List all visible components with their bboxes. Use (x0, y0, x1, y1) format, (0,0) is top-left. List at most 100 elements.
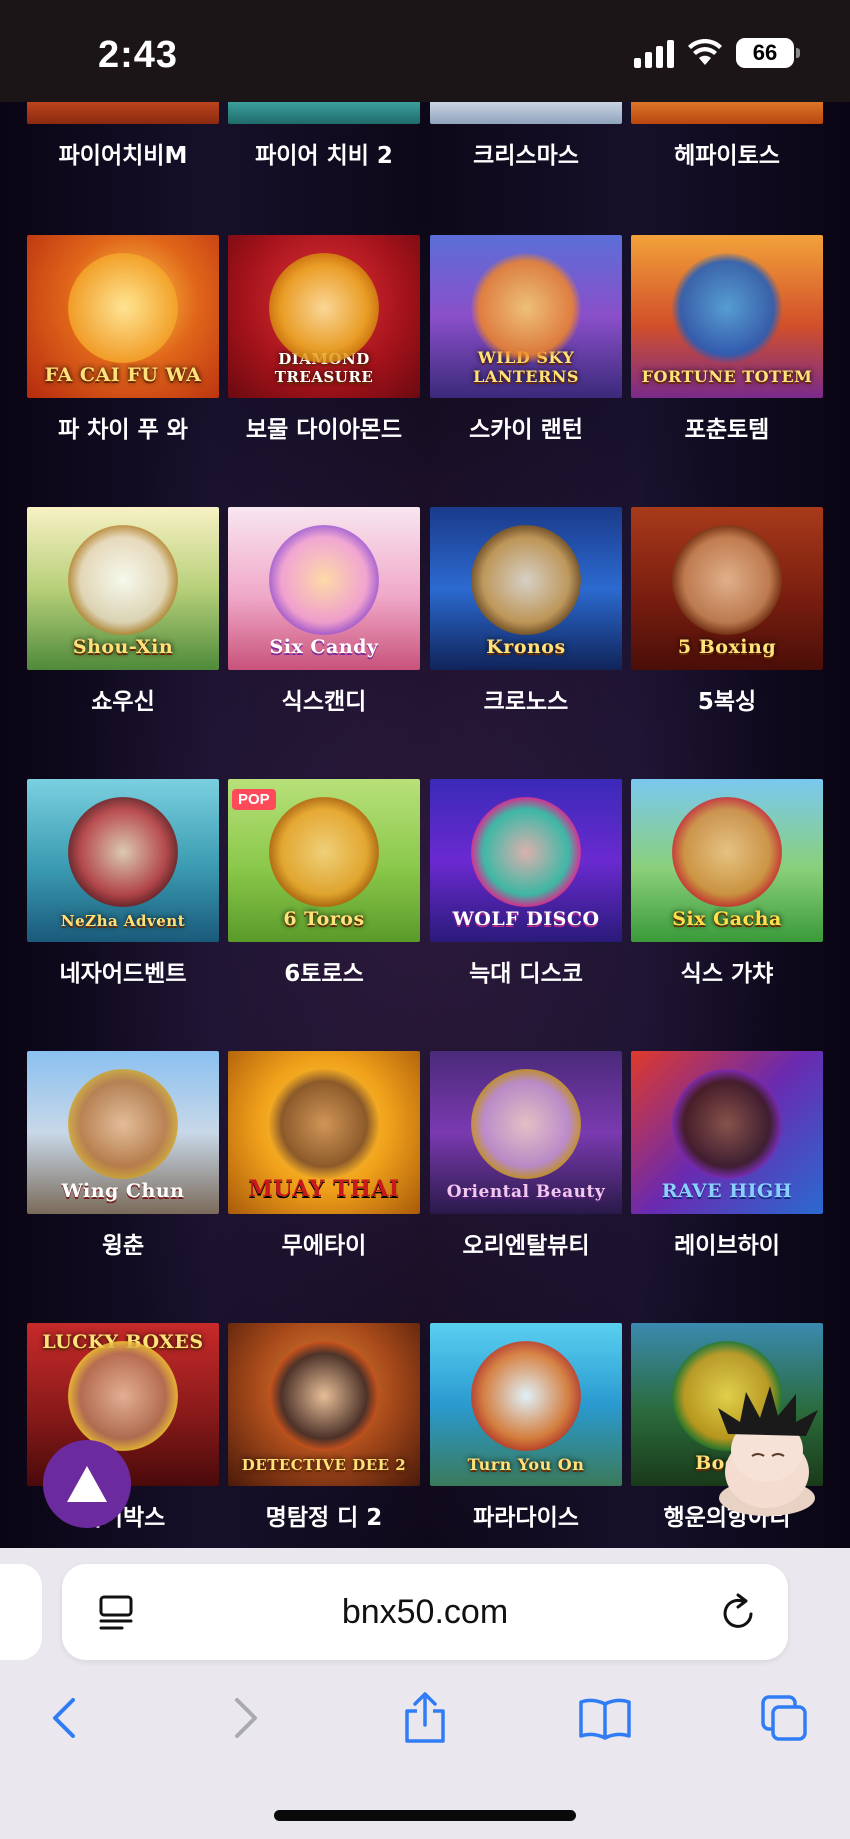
game-tile[interactable]: MUAY THAI 무에타이 (228, 1051, 420, 1260)
game-label: 헤파이토스 (674, 143, 780, 169)
game-logo-text: Turn You On (467, 1455, 585, 1474)
game-tile[interactable]: FORTUNE TOTEM 포춘토템 (631, 235, 823, 444)
game-tile[interactable]: 파이어 치비 2 (228, 102, 420, 170)
game-logo-text: Wing Chun (61, 1180, 185, 1202)
game-logo-text: FA CAI FU WA (44, 364, 202, 386)
fish-art (471, 1341, 581, 1451)
game-logo-text: FORTUNE TOTEM (641, 367, 813, 386)
game-label: 레이브하이 (674, 1233, 780, 1259)
game-tile[interactable]: 파이어치비M (27, 102, 219, 170)
game-thumbnail[interactable]: DIAMOND TREASURE (228, 235, 420, 398)
game-thumbnail[interactable]: MUAY THAI (228, 1051, 420, 1214)
game-logo-text: DETECTIVE DEE 2 (241, 1456, 407, 1474)
game-thumbnail[interactable] (228, 102, 420, 124)
game-tile[interactable]: 크리스마스 (430, 102, 622, 170)
game-logo-text: Oriental Beauty (446, 1182, 606, 1202)
game-label: 파 차이 푸 와 (58, 417, 188, 443)
game-thumbnail[interactable]: DETECTIVE DEE 2 (228, 1323, 420, 1486)
tabs-button[interactable] (754, 1688, 814, 1748)
game-label: 네자어드벤트 (59, 961, 187, 987)
bear-art (672, 797, 782, 907)
game-thumbnail[interactable]: Six Gacha (631, 779, 823, 942)
game-row: FA CAI FU WA 파 차이 푸 와 DIAMOND TREASURE 보… (0, 235, 850, 507)
musician-art (672, 1069, 782, 1179)
mascot-icon (718, 1386, 818, 1516)
detective-art (269, 1341, 379, 1451)
game-logo-text: MUAY THAI (248, 1176, 400, 1202)
game-label: 파이어 치비 2 (255, 143, 393, 169)
game-thumbnail[interactable]: 5 Boxing (631, 507, 823, 670)
game-tile[interactable]: DIAMOND TREASURE 보물 다이아몬드 (228, 235, 420, 444)
back-button[interactable] (34, 1688, 94, 1748)
share-icon (405, 1692, 445, 1743)
game-tile[interactable]: WOLF DISCO 늑대 디스코 (430, 779, 622, 988)
game-thumbnail[interactable]: Shou-Xin (27, 507, 219, 670)
game-tile[interactable]: Shou-Xin 쇼우신 (27, 507, 219, 716)
game-tile[interactable]: Six Gacha 식스 가챠 (631, 779, 823, 988)
game-thumbnail[interactable]: FA CAI FU WA (27, 235, 219, 398)
game-label: 포춘토템 (684, 417, 770, 443)
share-button[interactable] (395, 1688, 455, 1748)
game-tile[interactable]: Six Candy 식스캔디 (228, 507, 420, 716)
fighter-art (269, 1069, 379, 1179)
game-label: 6토로스 (284, 961, 364, 987)
game-tile[interactable]: FA CAI FU WA 파 차이 푸 와 (27, 235, 219, 444)
game-tile[interactable]: RAVE HIGH 레이브하이 (631, 1051, 823, 1260)
flower-art (269, 253, 379, 363)
character-art (68, 253, 178, 363)
game-tile[interactable]: Oriental Beauty 오리엔탈뷰티 (430, 1051, 622, 1260)
candy-art (269, 525, 379, 635)
address-bar[interactable]: bnx50.com (62, 1564, 788, 1660)
game-tile[interactable]: POP 6 Toros 6토로스 (228, 779, 420, 988)
game-label: 무에타이 (281, 1233, 367, 1259)
game-tile[interactable]: Kronos 크로노스 (430, 507, 622, 716)
game-tile[interactable]: WILD SKY LANTERNS 스카이 랜턴 (430, 235, 622, 444)
game-label: 보물 다이아몬드 (245, 417, 403, 443)
game-thumbnail[interactable]: NeZha Advent (27, 779, 219, 942)
status-icons: 66 (634, 38, 800, 68)
game-thumbnail[interactable] (631, 102, 823, 124)
game-label: 늑대 디스코 (469, 961, 583, 987)
game-tile[interactable]: 5 Boxing 5복싱 (631, 507, 823, 716)
game-label: 크로노스 (483, 689, 569, 715)
game-thumbnail[interactable]: FORTUNE TOTEM (631, 235, 823, 398)
game-grid: 파이어치비M 파이어 치비 2 크리스마스 헤파이토스 FA CAI FU WA… (0, 102, 850, 1548)
url-text[interactable]: bnx50.com (62, 1564, 788, 1660)
mascot-chat-widget[interactable] (700, 1378, 834, 1518)
game-thumbnail[interactable]: Wing Chun (27, 1051, 219, 1214)
game-thumbnail[interactable]: Oriental Beauty (430, 1051, 622, 1214)
game-label: 윙춘 (101, 1233, 145, 1259)
game-thumbnail[interactable]: RAVE HIGH (631, 1051, 823, 1214)
totem-art (672, 253, 782, 363)
bookmarks-button[interactable] (575, 1688, 635, 1748)
game-label: 쇼우신 (91, 689, 155, 715)
book-icon (579, 1698, 631, 1740)
game-tile[interactable]: NeZha Advent 네자어드벤트 (27, 779, 219, 988)
game-thumbnail[interactable]: Six Candy (228, 507, 420, 670)
god-art (471, 525, 581, 635)
beauty-art (471, 1069, 581, 1179)
game-thumbnail[interactable]: Kronos (430, 507, 622, 670)
game-thumbnail[interactable] (430, 102, 622, 124)
game-logo-text: Six Gacha (672, 908, 782, 930)
forward-button[interactable] (216, 1688, 276, 1748)
game-label: 식스캔디 (281, 689, 367, 715)
scroll-top-button[interactable] (43, 1440, 131, 1528)
reload-icon[interactable] (720, 1592, 758, 1632)
game-tile[interactable]: 헤파이토스 (631, 102, 823, 170)
game-label: 크리스마스 (473, 143, 579, 169)
game-thumbnail[interactable]: POP 6 Toros (228, 779, 420, 942)
game-thumbnail[interactable]: WOLF DISCO (430, 779, 622, 942)
game-tile[interactable]: Turn You On 파라다이스 (430, 1323, 622, 1532)
status-time: 2:43 (98, 34, 179, 76)
game-thumbnail[interactable] (27, 102, 219, 124)
game-tile[interactable]: Wing Chun 윙춘 (27, 1051, 219, 1260)
game-label: 5복싱 (697, 689, 757, 715)
home-indicator[interactable] (274, 1810, 576, 1821)
previous-tab-preview[interactable] (0, 1564, 42, 1660)
game-thumbnail[interactable]: Turn You On (430, 1323, 622, 1486)
game-thumbnail[interactable]: WILD SKY LANTERNS (430, 235, 622, 398)
pop-badge: POP (232, 789, 276, 810)
game-label: 파라다이스 (473, 1505, 579, 1531)
game-tile[interactable]: DETECTIVE DEE 2 명탐정 디 2 (228, 1323, 420, 1532)
